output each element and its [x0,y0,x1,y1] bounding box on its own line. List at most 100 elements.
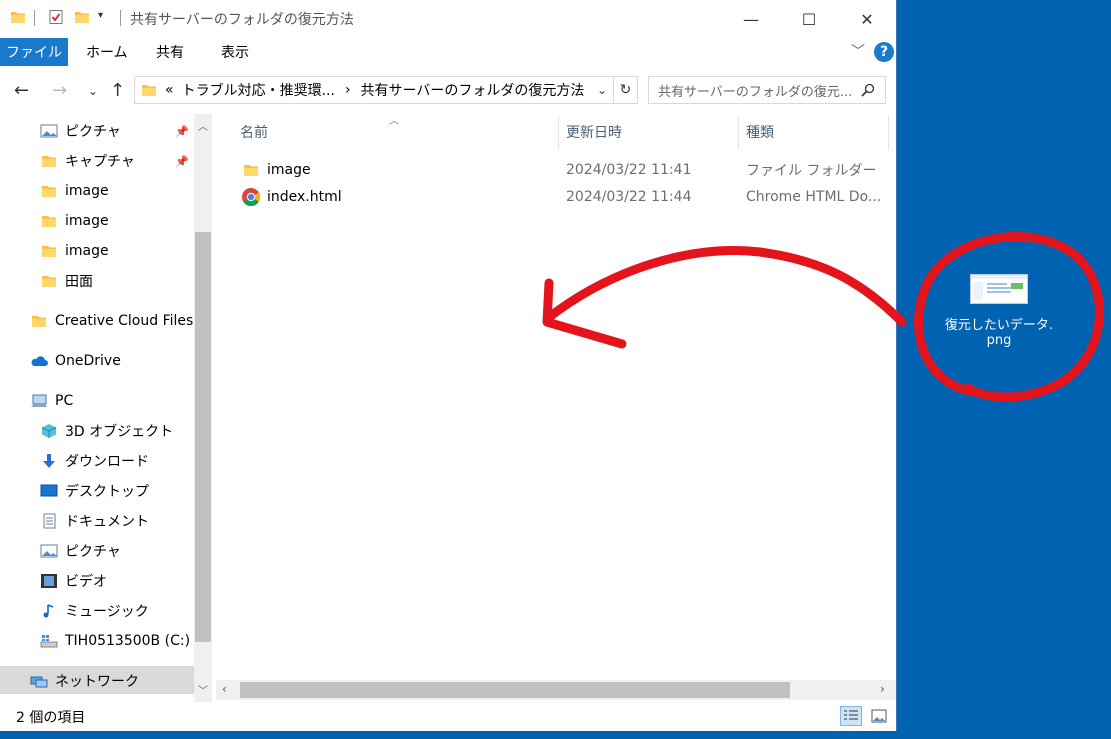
chevron-down-icon[interactable]: ﹀ [851,41,865,61]
scrollbar-thumb[interactable] [240,682,790,698]
horizontal-scrollbar[interactable]: ‹ › [216,680,896,700]
search-box[interactable]: 共有サーバーのフォルダの復元... [648,76,886,104]
recent-locations-icon[interactable]: ⌄ [88,84,98,98]
search-icon [861,83,875,97]
sidebar-item-label: キャプチャ [65,154,135,170]
column-header-name[interactable]: 名前 [240,114,268,150]
cloud-icon [31,356,48,366]
sidebar-item-3d-objects[interactable]: 3D オブジェクト [0,416,194,446]
sidebar-item-capture[interactable]: キャプチャ 📌 [0,146,194,176]
file-modified: 2024/03/22 11:44 [566,189,692,205]
tab-file[interactable]: ファイル [0,38,68,66]
maximize-button[interactable]: ☐ [780,0,838,38]
sidebar-item-pc[interactable]: PC [0,386,194,416]
file-type: Chrome HTML Do... [746,189,882,205]
sidebar-item-documents[interactable]: ドキュメント [0,506,194,536]
file-name: image [267,162,311,178]
new-folder-icon[interactable] [74,9,90,25]
sidebar-item-label: ダウンロード [65,454,149,470]
breadcrumb-segment[interactable]: トラブル対応・推奨環... [182,80,335,100]
pin-icon[interactable]: 📌 [175,155,189,168]
divider[interactable] [888,116,889,150]
scroll-up-icon[interactable]: ︿ [198,118,208,133]
breadcrumb-separator[interactable]: › [345,82,351,98]
file-modified: 2024/03/22 11:41 [566,162,692,178]
forward-arrow-icon[interactable]: → [52,80,67,101]
large-icons-view-icon [871,709,887,723]
navigation-bar: ← → ⌄ ↑ « トラブル対応・推奨環... › 共有サーバーのフォルダの復元… [0,66,896,114]
file-list: ︿ 名前 更新日時 種類 image 2024/03/22 11:41 ファイル… [214,114,896,680]
breadcrumb-overflow[interactable]: « [165,82,174,98]
item-count: 2 個の項目 [16,710,86,726]
network-icon [30,676,48,688]
properties-icon[interactable] [48,9,64,25]
sidebar-item-desktop[interactable]: デスクトップ [0,476,194,506]
scroll-down-icon[interactable]: ﹀ [198,682,208,697]
pin-icon[interactable]: 📌 [175,125,189,138]
music-icon [43,604,54,618]
sidebar-item-drive-c[interactable]: TIH0513500B (C:) [0,626,194,656]
back-arrow-icon[interactable]: ← [14,80,29,101]
tab-view[interactable]: 表示 [221,38,249,66]
refresh-button[interactable]: ↻ [614,76,638,104]
file-explorer-window: ▾ 共有サーバーのフォルダの復元方法 — ☐ ✕ ファイル ホーム 共有 表示 … [0,0,897,731]
folder-icon [142,85,156,96]
window-title: 共有サーバーのフォルダの復元方法 [130,12,354,28]
divider[interactable] [558,116,559,150]
column-header-modified[interactable]: 更新日時 [566,114,622,150]
folder-icon [42,216,56,227]
sidebar-item-image[interactable]: image [0,236,194,266]
sidebar-item-videos[interactable]: ビデオ [0,566,194,596]
divider[interactable] [738,116,739,150]
search-input[interactable]: 共有サーバーのフォルダの復元... [658,81,852,100]
details-view-button[interactable] [840,706,862,726]
customize-toolbar-icon[interactable]: ▾ [98,10,114,26]
sidebar-item-pictures[interactable]: ピクチャ [0,536,194,566]
sidebar-item-label: PC [55,393,74,409]
tab-share[interactable]: 共有 [156,38,184,66]
sidebar-item-downloads[interactable]: ダウンロード [0,446,194,476]
close-button[interactable]: ✕ [838,0,896,38]
sidebar-item-image[interactable]: image [0,206,194,236]
sidebar-item-onedrive[interactable]: OneDrive [0,346,194,376]
sidebar-item-label: OneDrive [55,353,121,369]
pc-icon [31,394,47,407]
sidebar-item-tamen[interactable]: 田面 [0,266,194,296]
chevron-down-icon[interactable]: ⌄ [597,83,607,97]
sidebar-item-creative-cloud[interactable]: Creative Cloud Files F [0,306,194,336]
pictures-icon [40,124,58,138]
scrollbar-thumb[interactable] [195,232,211,642]
up-arrow-icon[interactable]: ↑ [110,80,125,101]
sidebar-item-label: ネットワーク [55,674,139,690]
sidebar-item-image[interactable]: image [0,176,194,206]
sidebar-item-label: image [65,213,109,229]
file-row[interactable]: index.html 2024/03/22 11:44 Chrome HTML … [234,184,894,210]
help-button[interactable]: ? [874,42,894,62]
sidebar-item-label: Creative Cloud Files F [55,313,194,329]
scroll-left-icon[interactable]: ‹ [222,682,227,696]
file-row[interactable]: image 2024/03/22 11:41 ファイル フォルダー [234,157,894,183]
desktop-file-icon[interactable]: 復元したいデータ. png [944,274,1054,348]
address-bar[interactable]: « トラブル対応・推奨環... › 共有サーバーのフォルダの復元方法 ⌄ [134,76,614,104]
image-thumbnail-icon [970,274,1028,304]
desktop-file-name: 復元したいデータ. [944,318,1054,333]
sidebar-item-music[interactable]: ミュージック [0,596,194,626]
minimize-button[interactable]: — [722,0,780,38]
sidebar-scrollbar[interactable]: ︿ ﹀ [194,114,212,702]
sidebar-item-pictures[interactable]: ピクチャ 📌 [0,116,194,146]
sidebar-item-label: 3D オブジェクト [65,424,174,440]
folder-icon [42,276,56,287]
3d-objects-icon [41,424,57,438]
sidebar-item-label: デスクトップ [65,484,149,500]
column-header-type[interactable]: 種類 [746,114,774,150]
details-view-icon [844,710,858,720]
sidebar-item-network[interactable]: ネットワーク [0,666,194,694]
tab-home[interactable]: ホーム [86,38,128,66]
sidebar-item-label: 田面 [65,274,93,290]
scroll-right-icon[interactable]: › [880,682,885,696]
folder-icon [11,12,25,23]
drive-icon [40,635,58,648]
large-icons-view-button[interactable] [868,706,890,726]
status-bar: 2 個の項目 [0,702,896,730]
breadcrumb-segment[interactable]: 共有サーバーのフォルダの復元方法 [361,80,585,100]
